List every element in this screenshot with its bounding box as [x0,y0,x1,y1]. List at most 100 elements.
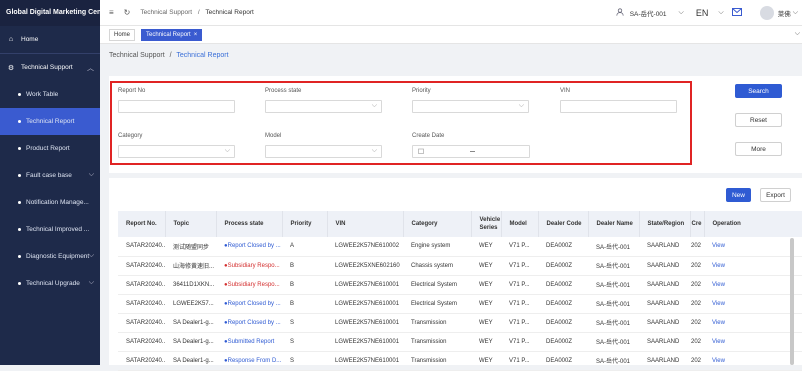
cell-report-no: SATAR20240... [118,275,165,295]
avatar[interactable] [759,6,774,20]
cell-category: Transmission [403,332,471,352]
sidebar-item-fault-case-base[interactable]: Fault case base ⌵ [0,162,100,189]
bullet-icon [18,201,21,204]
col-vin: VIN [327,211,404,237]
breadcrumb-current: Technical Report [176,52,229,59]
view-link[interactable]: View [712,301,725,307]
user-icon [616,8,624,18]
search-button[interactable]: Search [735,84,782,98]
sidebar-item-notification-manage[interactable]: Notification Manage... [0,189,100,216]
chevron-down-icon[interactable]: ⌵ [795,30,800,38]
view-link[interactable]: View [712,263,725,269]
cell-dealer-name: SA-岳代-001 [588,237,639,257]
reset-button[interactable]: Reset [735,113,782,127]
tab-technical-report[interactable]: Technical Report × [141,29,203,41]
bullet-icon [18,255,21,258]
cell-dealer-code: DEA000Z [538,275,588,295]
cell-state-region: SAARLAND [639,332,690,352]
cell-operation[interactable]: View [704,275,802,295]
close-icon[interactable]: × [194,32,198,38]
chevron-down-icon[interactable]: ⌵ [793,9,798,17]
sidebar-item-label: Technical Support [21,64,73,71]
col-process-state: Process state [216,211,283,237]
sidebar-item-technical-support[interactable]: ⚙ Technical Support ︿ [0,54,100,81]
highlight-box [110,81,692,165]
menu-icon[interactable]: ≡ [109,8,114,17]
cell-vin: LGWEE2K57NE610001 [327,275,403,295]
new-button[interactable]: New [726,188,751,202]
sidebar-item-label: Diagnostic Equipment [26,253,90,260]
cell-process-state: ●Submitted Report [216,332,282,352]
cell-operation[interactable]: View [704,294,802,314]
sidebar-item-technical-upgrade[interactable]: Technical Upgrade ⌵ [0,270,100,297]
dealer-selector[interactable]: SA-岳代-001 [630,8,667,18]
sidebar-item-product-report[interactable]: Product Report [0,135,100,162]
language-selector[interactable]: EN [696,8,709,18]
more-button[interactable]: More [735,142,782,156]
cell-process-state: ●Report Closed by ... [216,313,282,333]
cell-process-state: ●Subsidiary Respo... [216,275,282,295]
cell-model: V71 P... [501,275,538,295]
user-name[interactable]: 菜佛 [778,8,791,18]
view-link[interactable]: View [712,243,725,249]
scrollbar[interactable] [790,238,794,365]
sidebar-item-work-table[interactable]: Work Table [0,81,100,108]
bullet-icon [18,93,21,96]
cell-model: V71 P... [501,237,538,257]
header-breadcrumb-parent[interactable]: Technical Support [140,9,192,16]
report-table: Report No. Topic Process state Priority … [118,211,802,371]
cell-dealer-code: DEA000Z [538,256,588,276]
sidebar-item-label: Technical Improved ... [26,226,90,233]
col-priority: Priority [282,211,328,237]
cell-dealer-name: SA-岳代-001 [588,313,639,333]
cell-priority: S [282,351,327,371]
cell-category: Chassis system [403,256,471,276]
col-category: Category [403,211,472,237]
cell-topic: 36411D1XKN... [165,275,216,295]
sidebar-item-label: Home [21,36,39,43]
sidebar-item-diagnostic-equipment[interactable]: Diagnostic Equipment ⌵ [0,243,100,270]
cell-create: 202 [690,275,704,295]
export-button[interactable]: Export [760,188,791,202]
cell-vin: LGWEE2K57NE610001 [327,332,403,352]
cell-priority: B [282,275,327,295]
refresh-icon[interactable]: ↻ [124,8,131,17]
cell-operation[interactable]: View [704,256,802,276]
view-link[interactable]: View [712,358,725,364]
cell-state-region: SAARLAND [639,275,690,295]
cell-operation[interactable]: View [704,237,802,257]
cell-vehicle-series: WEY [471,237,501,257]
cell-state-region: SAARLAND [639,237,690,257]
cell-vin: LGWEE2K57NE610001 [327,313,403,333]
chevron-down-icon[interactable]: ⌵ [679,9,684,17]
view-link[interactable]: View [712,320,725,326]
cell-topic: 测试随盟同步 [165,237,216,257]
cell-model: V71 P... [501,294,538,314]
chevron-down-icon[interactable]: ⌵ [718,9,723,17]
cell-operation[interactable]: View [704,332,802,352]
view-link[interactable]: View [712,282,725,288]
sidebar-item-home[interactable]: ⌂ Home [0,26,100,53]
view-link[interactable]: View [712,339,725,345]
cell-create: 202 [690,351,704,371]
cell-operation[interactable]: View [704,313,802,333]
cell-process-state: ●Report Closed by ... [216,294,282,314]
sidebar-item-technical-report[interactable]: Technical Report [0,108,100,135]
cell-topic: SA Dealer1-g... [165,313,216,333]
cell-model: V71 P... [501,351,538,371]
table-row: SATAR20240... 山海修黄速旧... ●Subsidiary Respo.… [118,256,802,276]
cell-operation[interactable]: View [704,351,802,371]
mail-icon[interactable] [731,8,742,18]
cell-vehicle-series: WEY [471,313,501,333]
breadcrumb-parent[interactable]: Technical Support [109,52,165,59]
breadcrumb-separator: / [169,52,172,59]
cell-report-no: SATAR20240... [118,351,165,371]
sidebar-item-technical-improved[interactable]: Technical Improved ... [0,216,100,243]
chevron-up-icon: ︿ [87,65,94,72]
cell-vehicle-series: WEY [471,275,501,295]
tab-home[interactable]: Home [109,29,136,41]
cell-dealer-name: SA-岳代-001 [588,275,639,295]
sidebar-item-label: Work Table [26,91,59,98]
cell-report-no: SATAR20240... [118,237,165,257]
col-model: Model [501,211,539,237]
